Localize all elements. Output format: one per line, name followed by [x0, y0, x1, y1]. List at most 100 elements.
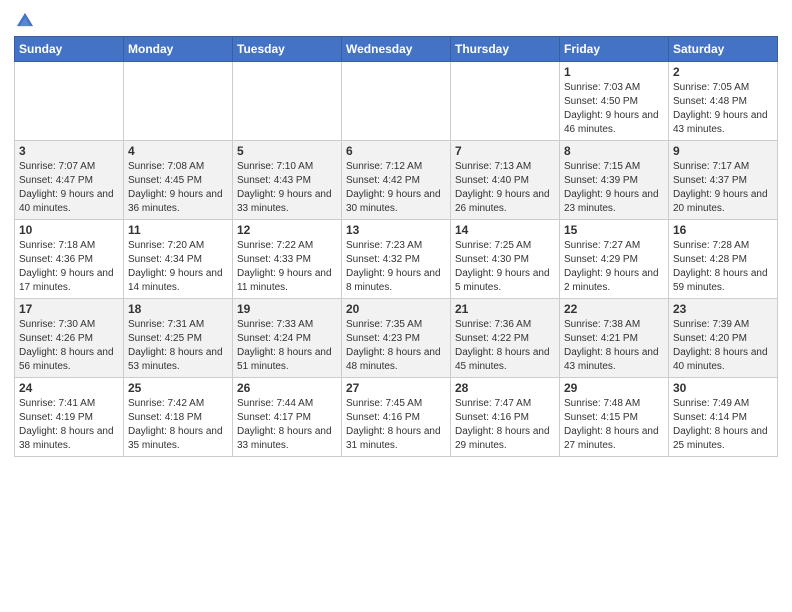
logo-icon [14, 10, 36, 32]
day-cell: 8 Sunrise: 7:15 AM Sunset: 4:39 PM Daylig… [560, 141, 669, 220]
col-header-saturday: Saturday [669, 37, 778, 62]
col-header-monday: Monday [124, 37, 233, 62]
day-cell: 24 Sunrise: 7:41 AM Sunset: 4:19 PM Dayli… [15, 378, 124, 457]
week-row-4: 24 Sunrise: 7:41 AM Sunset: 4:19 PM Dayli… [15, 378, 778, 457]
day-info: Sunrise: 7:33 AM Sunset: 4:24 PM Dayligh… [237, 318, 337, 374]
day-number: 26 [237, 381, 337, 395]
day-cell: 12 Sunrise: 7:22 AM Sunset: 4:33 PM Dayli… [233, 220, 342, 299]
day-cell: 7 Sunrise: 7:13 AM Sunset: 4:40 PM Daylig… [451, 141, 560, 220]
day-cell [15, 62, 124, 141]
day-info: Sunrise: 7:13 AM Sunset: 4:40 PM Dayligh… [455, 160, 555, 216]
day-number: 19 [237, 302, 337, 316]
day-number: 23 [673, 302, 773, 316]
day-number: 18 [128, 302, 228, 316]
day-info: Sunrise: 7:36 AM Sunset: 4:22 PM Dayligh… [455, 318, 555, 374]
day-number: 8 [564, 144, 664, 158]
week-row-3: 17 Sunrise: 7:30 AM Sunset: 4:26 PM Dayli… [15, 299, 778, 378]
day-cell: 23 Sunrise: 7:39 AM Sunset: 4:20 PM Dayli… [669, 299, 778, 378]
day-number: 20 [346, 302, 446, 316]
day-cell: 27 Sunrise: 7:45 AM Sunset: 4:16 PM Dayli… [342, 378, 451, 457]
day-info: Sunrise: 7:17 AM Sunset: 4:37 PM Dayligh… [673, 160, 773, 216]
day-cell: 2 Sunrise: 7:05 AM Sunset: 4:48 PM Daylig… [669, 62, 778, 141]
day-info: Sunrise: 7:23 AM Sunset: 4:32 PM Dayligh… [346, 239, 446, 295]
day-number: 29 [564, 381, 664, 395]
calendar-table: SundayMondayTuesdayWednesdayThursdayFrid… [14, 36, 778, 457]
day-cell: 6 Sunrise: 7:12 AM Sunset: 4:42 PM Daylig… [342, 141, 451, 220]
col-header-thursday: Thursday [451, 37, 560, 62]
day-number: 7 [455, 144, 555, 158]
day-number: 2 [673, 65, 773, 79]
day-cell: 10Sunrise: 7:18 AM Sunset: 4:36 PM Dayli… [15, 220, 124, 299]
week-row-1: 3 Sunrise: 7:07 AM Sunset: 4:47 PM Daylig… [15, 141, 778, 220]
day-cell: 3 Sunrise: 7:07 AM Sunset: 4:47 PM Daylig… [15, 141, 124, 220]
header [14, 10, 778, 32]
day-info: Sunrise: 7:22 AM Sunset: 4:33 PM Dayligh… [237, 239, 337, 295]
day-number: 5 [237, 144, 337, 158]
day-number: 1 [564, 65, 664, 79]
day-info: Sunrise: 7:39 AM Sunset: 4:20 PM Dayligh… [673, 318, 773, 374]
day-cell: 30 Sunrise: 7:49 AM Sunset: 4:14 PM Dayli… [669, 378, 778, 457]
day-info: Sunrise: 7:31 AM Sunset: 4:25 PM Dayligh… [128, 318, 228, 374]
day-info: Sunrise: 7:10 AM Sunset: 4:43 PM Dayligh… [237, 160, 337, 216]
day-info: Sunrise: 7:41 AM Sunset: 4:19 PM Dayligh… [19, 397, 119, 453]
day-info: Sunrise: 7:20 AM Sunset: 4:34 PM Dayligh… [128, 239, 228, 295]
day-cell: 26 Sunrise: 7:44 AM Sunset: 4:17 PM Dayli… [233, 378, 342, 457]
day-cell: 28 Sunrise: 7:47 AM Sunset: 4:16 PM Dayli… [451, 378, 560, 457]
day-info: Sunrise: 7:18 AM Sunset: 4:36 PM Dayligh… [19, 239, 119, 295]
day-cell: 20 Sunrise: 7:35 AM Sunset: 4:23 PM Dayli… [342, 299, 451, 378]
day-info: Sunrise: 7:03 AM Sunset: 4:50 PM Dayligh… [564, 81, 664, 137]
day-cell: 4 Sunrise: 7:08 AM Sunset: 4:45 PM Daylig… [124, 141, 233, 220]
day-number: 30 [673, 381, 773, 395]
day-info: Sunrise: 7:08 AM Sunset: 4:45 PM Dayligh… [128, 160, 228, 216]
day-info: Sunrise: 7:27 AM Sunset: 4:29 PM Dayligh… [564, 239, 664, 295]
day-number: 16 [673, 223, 773, 237]
day-number: 13 [346, 223, 446, 237]
day-info: Sunrise: 7:07 AM Sunset: 4:47 PM Dayligh… [19, 160, 119, 216]
day-cell: 21Sunrise: 7:36 AM Sunset: 4:22 PM Dayli… [451, 299, 560, 378]
day-number: 11 [128, 223, 228, 237]
day-number: 22 [564, 302, 664, 316]
day-info: Sunrise: 7:49 AM Sunset: 4:14 PM Dayligh… [673, 397, 773, 453]
day-number: 28 [455, 381, 555, 395]
day-number: 25 [128, 381, 228, 395]
day-cell [451, 62, 560, 141]
day-info: Sunrise: 7:05 AM Sunset: 4:48 PM Dayligh… [673, 81, 773, 137]
day-cell: 29 Sunrise: 7:48 AM Sunset: 4:15 PM Dayli… [560, 378, 669, 457]
day-number: 17 [19, 302, 119, 316]
day-cell: 9 Sunrise: 7:17 AM Sunset: 4:37 PM Daylig… [669, 141, 778, 220]
day-cell: 11 Sunrise: 7:20 AM Sunset: 4:34 PM Dayli… [124, 220, 233, 299]
day-cell: 5 Sunrise: 7:10 AM Sunset: 4:43 PM Daylig… [233, 141, 342, 220]
day-number: 12 [237, 223, 337, 237]
day-cell [233, 62, 342, 141]
day-cell: 19 Sunrise: 7:33 AM Sunset: 4:24 PM Dayli… [233, 299, 342, 378]
week-row-2: 10Sunrise: 7:18 AM Sunset: 4:36 PM Dayli… [15, 220, 778, 299]
day-cell: 22Sunrise: 7:38 AM Sunset: 4:21 PM Dayli… [560, 299, 669, 378]
day-number: 3 [19, 144, 119, 158]
day-number: 4 [128, 144, 228, 158]
day-number: 24 [19, 381, 119, 395]
day-cell: 15Sunrise: 7:27 AM Sunset: 4:29 PM Dayli… [560, 220, 669, 299]
day-number: 14 [455, 223, 555, 237]
day-info: Sunrise: 7:30 AM Sunset: 4:26 PM Dayligh… [19, 318, 119, 374]
day-number: 9 [673, 144, 773, 158]
col-header-tuesday: Tuesday [233, 37, 342, 62]
logo [14, 10, 40, 32]
day-info: Sunrise: 7:12 AM Sunset: 4:42 PM Dayligh… [346, 160, 446, 216]
day-number: 27 [346, 381, 446, 395]
day-info: Sunrise: 7:48 AM Sunset: 4:15 PM Dayligh… [564, 397, 664, 453]
week-row-0: 1 Sunrise: 7:03 AM Sunset: 4:50 PM Daylig… [15, 62, 778, 141]
main-container: SundayMondayTuesdayWednesdayThursdayFrid… [0, 0, 792, 463]
day-cell: 16Sunrise: 7:28 AM Sunset: 4:28 PM Dayli… [669, 220, 778, 299]
day-info: Sunrise: 7:35 AM Sunset: 4:23 PM Dayligh… [346, 318, 446, 374]
header-row: SundayMondayTuesdayWednesdayThursdayFrid… [15, 37, 778, 62]
day-number: 6 [346, 144, 446, 158]
day-info: Sunrise: 7:25 AM Sunset: 4:30 PM Dayligh… [455, 239, 555, 295]
day-cell: 14 Sunrise: 7:25 AM Sunset: 4:30 PM Dayli… [451, 220, 560, 299]
day-info: Sunrise: 7:15 AM Sunset: 4:39 PM Dayligh… [564, 160, 664, 216]
col-header-sunday: Sunday [15, 37, 124, 62]
day-cell [124, 62, 233, 141]
day-info: Sunrise: 7:44 AM Sunset: 4:17 PM Dayligh… [237, 397, 337, 453]
day-info: Sunrise: 7:47 AM Sunset: 4:16 PM Dayligh… [455, 397, 555, 453]
day-info: Sunrise: 7:45 AM Sunset: 4:16 PM Dayligh… [346, 397, 446, 453]
day-cell: 1 Sunrise: 7:03 AM Sunset: 4:50 PM Daylig… [560, 62, 669, 141]
